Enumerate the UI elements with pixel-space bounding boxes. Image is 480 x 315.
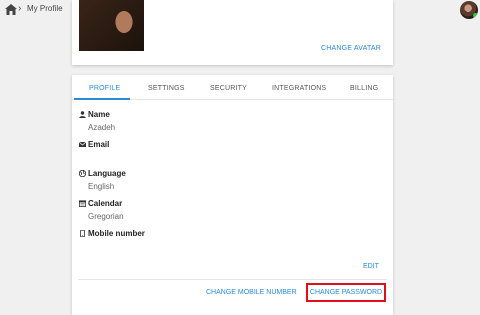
- language-label: Language: [88, 169, 126, 178]
- envelope-icon: [79, 141, 86, 147]
- breadcrumb-separator-icon: ›: [18, 3, 22, 14]
- calendar-value: Gregorian: [88, 212, 124, 221]
- online-status-icon: [473, 13, 478, 18]
- tab-billing[interactable]: BILLING: [350, 85, 378, 92]
- name-label: Name: [88, 110, 110, 119]
- name-value: Azadeh: [88, 123, 116, 132]
- change-password-label: CHANGE PASSWORD: [309, 289, 383, 296]
- divider: [78, 279, 387, 280]
- home-icon[interactable]: [5, 4, 17, 15]
- tab-settings[interactable]: SETTINGS: [148, 85, 185, 92]
- mobile-number-label: Mobile number: [88, 229, 145, 238]
- change-avatar-button[interactable]: CHANGE AVATAR: [321, 45, 381, 52]
- edit-button[interactable]: EDIT: [363, 263, 379, 270]
- user-avatar[interactable]: [460, 1, 478, 19]
- tab-integrations[interactable]: INTEGRATIONS: [272, 85, 326, 92]
- email-label: Email: [88, 140, 110, 149]
- breadcrumb-current: My Profile: [27, 4, 63, 13]
- language-value: English: [88, 182, 115, 191]
- tab-profile[interactable]: PROFILE: [89, 85, 120, 92]
- tab-security[interactable]: SECURITY: [210, 85, 247, 92]
- calendar-icon: [79, 200, 86, 207]
- person-icon: [79, 111, 86, 118]
- tab-bar: PROFILE SETTINGS SECURITY INTEGRATIONS B…: [72, 75, 393, 100]
- profile-card: PROFILE SETTINGS SECURITY INTEGRATIONS B…: [72, 75, 393, 315]
- mobile-icon: [80, 230, 85, 237]
- change-password-button[interactable]: CHANGE PASSWORD: [306, 283, 386, 302]
- globe-icon: [79, 170, 86, 177]
- profile-photo: [79, 0, 144, 51]
- change-mobile-number-button[interactable]: CHANGE MOBILE NUMBER: [206, 289, 297, 296]
- calendar-label: Calendar: [88, 199, 123, 208]
- active-tab-indicator: [74, 98, 130, 100]
- avatar-card: CHANGE AVATAR: [72, 0, 393, 65]
